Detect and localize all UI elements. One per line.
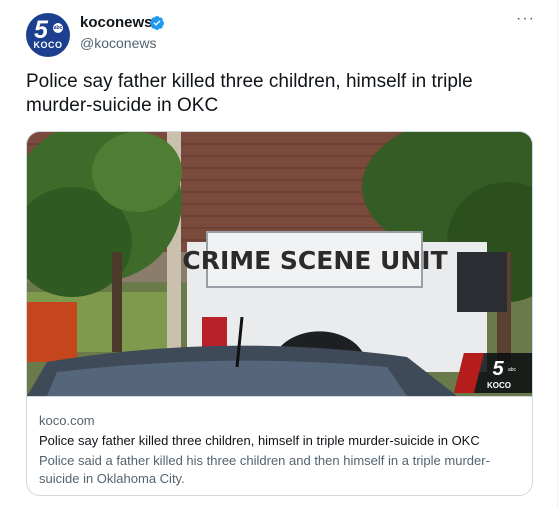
avatar-logo-station: KOCO <box>33 40 63 50</box>
svg-text:KOCO: KOCO <box>487 381 511 390</box>
verified-badge-icon <box>149 16 164 30</box>
tweet[interactable]: 5 abc KOCO koconews @koconews ··· Police… <box>0 0 558 508</box>
avatar[interactable]: 5 abc KOCO <box>26 13 70 57</box>
link-card-image[interactable]: CRIME SCENE UNIT 5 abc KOCO <box>27 132 532 396</box>
link-card[interactable]: CRIME SCENE UNIT 5 abc KOCO koco.com Pol… <box>26 131 533 496</box>
link-card-body[interactable]: koco.com Police say father killed three … <box>27 396 532 495</box>
link-card-domain: koco.com <box>39 413 95 428</box>
author-handle[interactable]: @koconews <box>80 35 156 51</box>
svg-text:abc: abc <box>508 367 517 373</box>
svg-text:5: 5 <box>492 358 504 380</box>
author-name[interactable]: koconews <box>80 14 153 31</box>
station-watermark-icon: 5 abc KOCO <box>454 353 532 393</box>
tweet-text: Police say father killed three children,… <box>26 71 473 116</box>
avatar-logo-network: abc <box>53 23 63 33</box>
more-options-icon[interactable]: ··· <box>516 10 535 28</box>
link-card-title: Police say father killed three children,… <box>39 433 480 448</box>
truck-sign-text: CRIME SCENE UNIT <box>182 246 447 275</box>
link-card-description: Police said a father killed his three ch… <box>39 453 490 486</box>
